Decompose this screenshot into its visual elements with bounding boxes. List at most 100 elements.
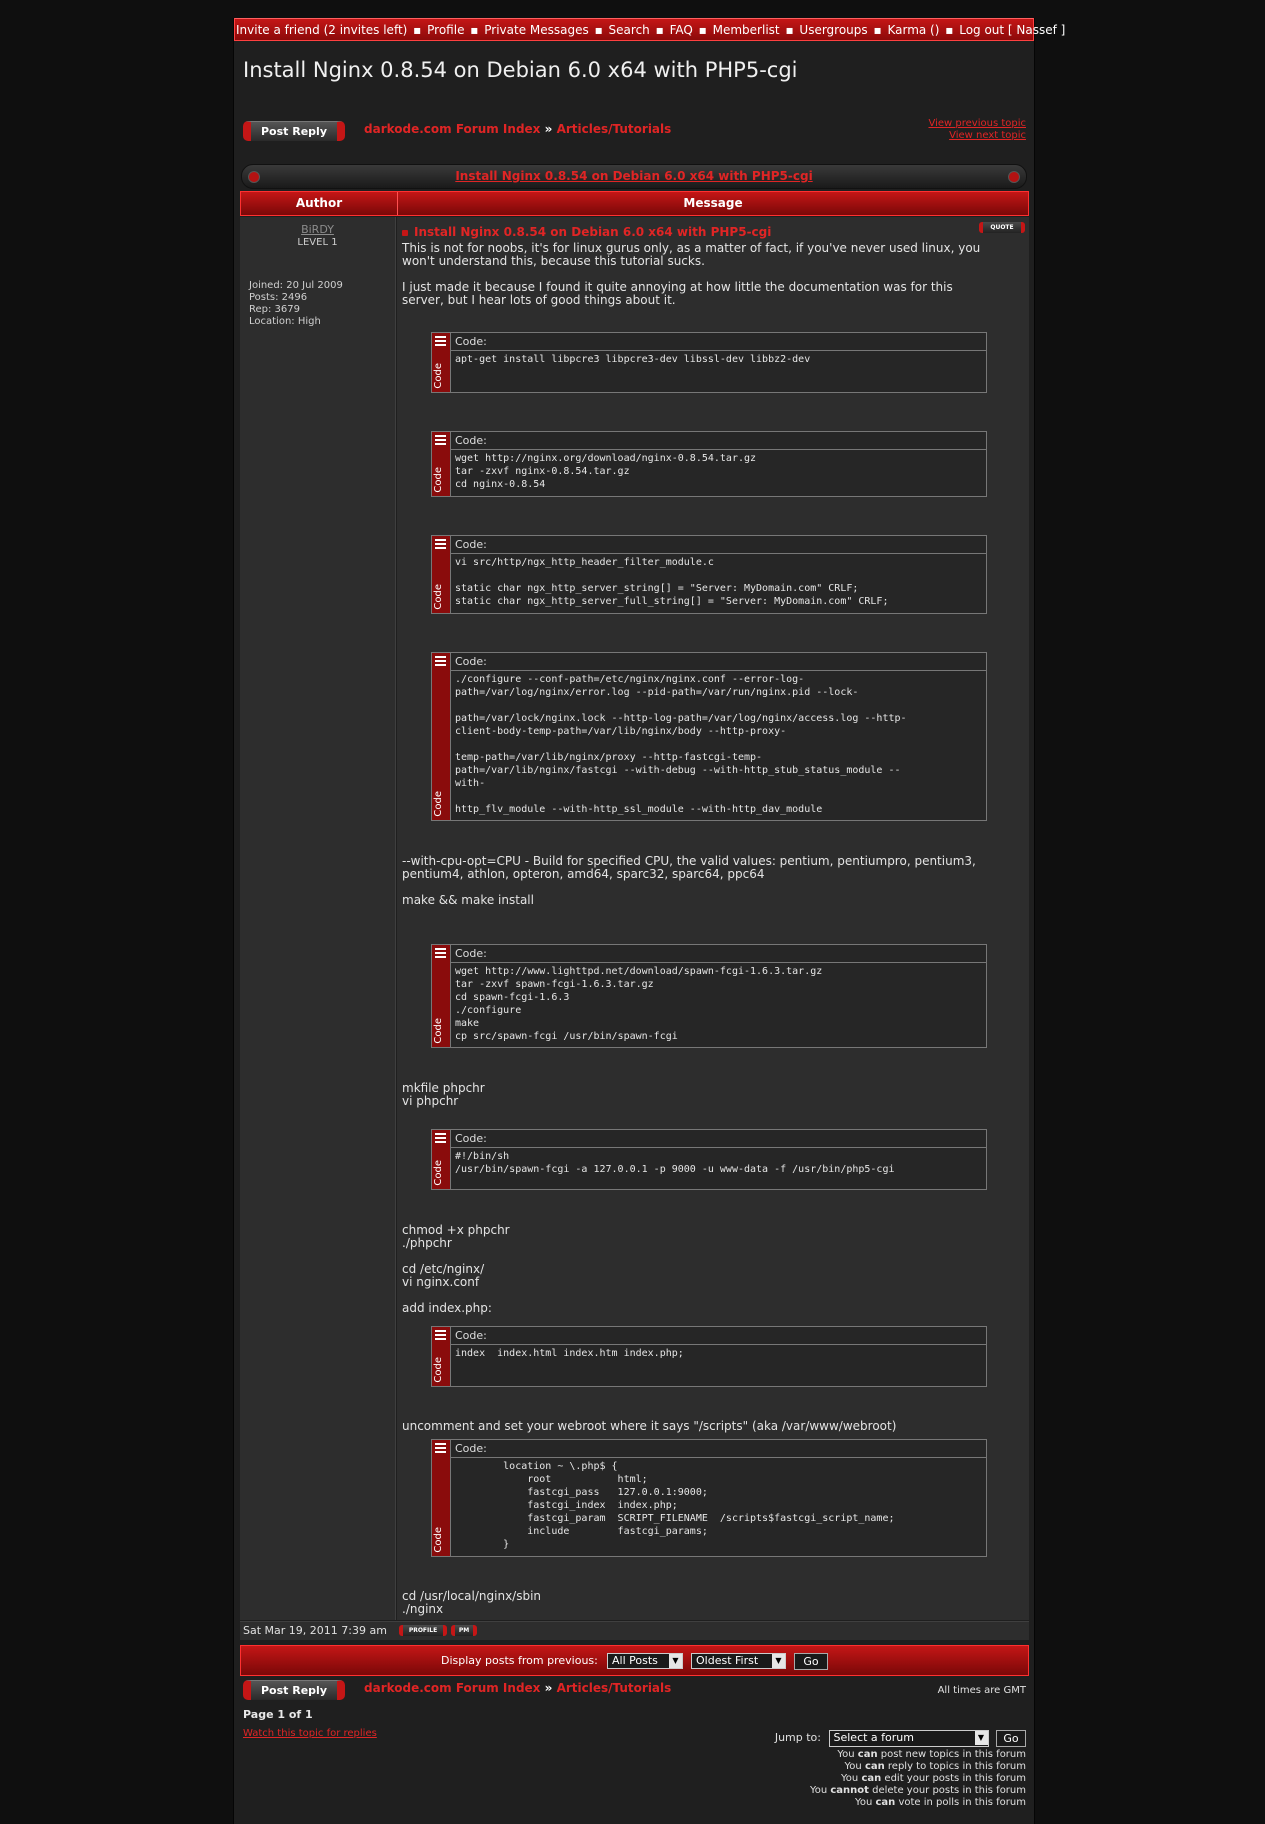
post-footer: Sat Mar 19, 2011 7:39 am PROFILE PM	[240, 1621, 1029, 1640]
jump-label: Jump to:	[774, 1730, 821, 1744]
quote-button[interactable]: QUOTE	[979, 222, 1025, 233]
code-sidebar: Code	[432, 536, 451, 613]
post-text: uncomment and set your webroot where it …	[402, 1419, 897, 1433]
post-title: Install Nginx 0.8.54 on Debian 6.0 x64 w…	[402, 225, 771, 239]
author-name: BiRDY	[240, 223, 395, 236]
code-block: Code Code: wget http://www.lighttpd.net/…	[431, 944, 987, 1048]
author-stats: Joined: 20 Jul 2009 Posts: 2496 Rep: 367…	[249, 280, 343, 328]
code-sidebar: Code	[432, 1327, 451, 1386]
nav-sep: ▪	[785, 23, 794, 37]
permission-line: You can vote in polls in this forum	[855, 1797, 1026, 1808]
nav-sep: ▪	[413, 23, 422, 37]
chevron-down-icon: ▼	[974, 1731, 988, 1745]
list-icon	[435, 1443, 446, 1453]
post-reply-button[interactable]: Post Reply	[243, 121, 345, 141]
nav-invite[interactable]: Invite a friend (2 invites left)	[236, 23, 407, 37]
chevron-down-icon: ▼	[772, 1654, 785, 1668]
page-info: Page 1 of 1	[243, 1708, 313, 1721]
jump-to-forum: Jump to: Select a forum ▼ Go	[775, 1730, 1026, 1747]
author-posts: Posts: 2496	[249, 292, 308, 303]
posts-range-select[interactable]: All Posts ▼	[607, 1653, 683, 1669]
nav-private-messages[interactable]: Private Messages	[484, 23, 589, 37]
breadcrumb-articles[interactable]: Articles/Tutorials	[557, 1681, 672, 1695]
post-row: BiRDY LEVEL 1 Joined: 20 Jul 2009 Posts:…	[240, 217, 1029, 1620]
post-text: This is not for noobs, it's for linux gu…	[402, 241, 981, 307]
nav-faq[interactable]: FAQ	[670, 23, 693, 37]
watch-topic: Watch this topic for replies	[243, 1728, 377, 1739]
permission-line: You can edit your posts in this forum	[841, 1773, 1026, 1784]
permission-line: You can reply to topics in this forum	[844, 1761, 1026, 1772]
code-content: index index.html index.htm index.php;	[455, 1348, 684, 1359]
display-go-button[interactable]: Go	[794, 1653, 828, 1670]
post-text: mkfile phpchr vi phpchr	[402, 1081, 485, 1108]
code-header: Code:	[451, 536, 986, 554]
post-text: chmod +x phpchr ./phpchr cd /etc/nginx/ …	[402, 1223, 510, 1315]
pm-button[interactable]: PM	[451, 1625, 477, 1636]
view-previous-topic-link[interactable]: View previous topic	[928, 118, 1026, 130]
permission-line: You cannot delete your posts in this for…	[809, 1785, 1026, 1796]
nav-sep: ▪	[945, 23, 954, 37]
code-sidebar: Code	[432, 432, 451, 496]
nav-profile[interactable]: Profile	[427, 23, 464, 37]
breadcrumb: darkode.com Forum Index » Articles/Tutor…	[364, 122, 671, 136]
code-header: Code:	[451, 1440, 986, 1458]
sort-order-select[interactable]: Oldest First ▼	[691, 1653, 786, 1669]
nav-karma[interactable]: Karma ()	[887, 23, 939, 37]
view-next-topic-link[interactable]: View next topic	[928, 130, 1026, 142]
list-icon	[435, 1133, 446, 1143]
author-level: LEVEL 1	[297, 237, 338, 248]
breadcrumb-forum-index[interactable]: darkode.com Forum Index	[364, 122, 540, 136]
code-content: wget http://www.lighttpd.net/download/sp…	[455, 966, 823, 1042]
table-header: Author Message	[240, 191, 1029, 216]
breadcrumb-bottom: darkode.com Forum Index » Articles/Tutor…	[364, 1681, 671, 1695]
forum-select[interactable]: Select a forum ▼	[828, 1730, 989, 1747]
breadcrumb-articles[interactable]: Articles/Tutorials	[557, 122, 672, 136]
author-name-link[interactable]: BiRDY	[301, 223, 334, 236]
code-sidebar: Code	[432, 945, 451, 1047]
author-location: Location: High	[249, 316, 321, 327]
code-block: Code Code: index index.html index.htm in…	[431, 1326, 987, 1387]
code-header: Code:	[451, 432, 986, 450]
code-header: Code:	[451, 333, 986, 351]
nav-sep: ▪	[873, 23, 882, 37]
display-posts-label: Display posts from previous:	[441, 1654, 598, 1667]
nav-sep: ▪	[594, 23, 603, 37]
profile-button[interactable]: PROFILE	[399, 1625, 447, 1636]
code-block: Code Code: #!/bin/sh /usr/bin/spawn-fcgi…	[431, 1129, 987, 1190]
nav-logout[interactable]: Log out [ Nassef ]	[959, 23, 1065, 37]
code-header: Code:	[451, 945, 986, 963]
breadcrumb-forum-index[interactable]: darkode.com Forum Index	[364, 1681, 540, 1695]
nav-sep: ▪	[698, 23, 707, 37]
code-sidebar: Code	[432, 1130, 451, 1189]
list-icon	[435, 1330, 446, 1340]
post-reply-button-bottom[interactable]: Post Reply	[243, 1680, 345, 1700]
code-content: wget http://nginx.org/download/nginx-0.8…	[455, 453, 757, 490]
code-header: Code:	[451, 653, 986, 671]
code-block: Code Code: location ~ \.php$ { root html…	[431, 1439, 987, 1557]
nav-memberlist[interactable]: Memberlist	[713, 23, 780, 37]
list-icon	[435, 435, 446, 445]
bullet-icon	[248, 171, 260, 183]
breadcrumb-sep: »	[544, 122, 553, 136]
watch-topic-link[interactable]: Watch this topic for replies	[243, 1728, 377, 1739]
chevron-down-icon: ▼	[669, 1654, 682, 1668]
code-header: Code:	[451, 1130, 986, 1148]
page-container: Invite a friend (2 invites left) ▪ Profi…	[233, 18, 1065, 1824]
jump-go-button[interactable]: Go	[996, 1730, 1026, 1747]
list-icon	[435, 948, 446, 958]
top-navigation: Invite a friend (2 invites left) ▪ Profi…	[234, 18, 1065, 41]
post-text: --with-cpu-opt=CPU - Build for specified…	[402, 854, 976, 907]
code-content: apt-get install libpcre3 libpcre3-dev li…	[455, 354, 811, 365]
timezone-note: All times are GMT	[937, 1685, 1026, 1696]
code-content: ./configure --conf-path=/etc/nginx/nginx…	[455, 674, 907, 815]
code-sidebar: Code	[432, 653, 451, 820]
topic-title-link[interactable]: Install Nginx 0.8.54 on Debian 6.0 x64 w…	[455, 169, 812, 183]
page-title[interactable]: Install Nginx 0.8.54 on Debian 6.0 x64 w…	[243, 58, 797, 82]
nav-usergroups[interactable]: Usergroups	[799, 23, 867, 37]
code-content: location ~ \.php$ { root html; fastcgi_p…	[503, 1461, 895, 1550]
topic-navigation: View previous topic View next topic	[928, 118, 1026, 142]
author-rep: Rep: 3679	[249, 304, 300, 315]
code-sidebar: Code	[432, 1440, 451, 1556]
nav-search[interactable]: Search	[609, 23, 650, 37]
list-icon	[435, 336, 446, 346]
